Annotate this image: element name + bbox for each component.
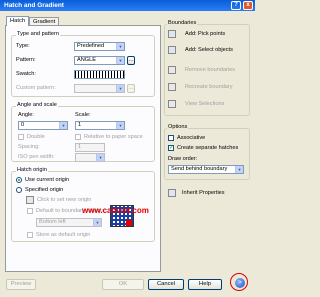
view-selections[interactable]: View Selections (185, 101, 224, 107)
associative-checkbox[interactable] (168, 135, 174, 141)
click-new-origin-label: Click to set new origin (37, 197, 92, 203)
click-origin-icon[interactable] (26, 196, 34, 204)
pick-points-icon[interactable] (168, 30, 176, 38)
draw-order-label: Draw order: (168, 156, 198, 162)
remove-boundaries[interactable]: Remove boundaries (185, 67, 235, 73)
origin-position-select[interactable]: Bottom left ▼ (36, 218, 102, 227)
create-separate-label: Create separate hatches (177, 145, 239, 151)
recreate-boundary-icon[interactable] (168, 83, 176, 91)
specified-origin-label: Specified origin (25, 187, 64, 193)
spacing-value: 1 (78, 144, 82, 150)
chevron-down-icon: ▼ (116, 122, 124, 129)
iso-pen-select[interactable]: ▼ (75, 153, 105, 162)
hatch-origin-title: Hatch origin (16, 167, 48, 173)
tab-hatch[interactable]: Hatch (6, 16, 30, 26)
chevron-down-icon: ▼ (96, 154, 104, 161)
type-label: Type: (16, 43, 30, 49)
remove-boundaries-icon[interactable] (168, 66, 176, 74)
title-bar: Hatch and Gradient (0, 0, 255, 11)
ok-button[interactable]: OK (102, 279, 144, 290)
window-title: Hatch and Gradient (4, 2, 64, 9)
specified-origin-radio[interactable] (16, 187, 22, 193)
use-current-origin-label: Use current origin (25, 177, 70, 183)
options-title: Options (167, 124, 189, 130)
angle-scale-title: Angle and scale (16, 102, 58, 108)
store-default-checkbox[interactable] (27, 232, 33, 238)
associative-label: Associative (177, 135, 206, 141)
spacing-label: Spacing: (18, 144, 40, 150)
chevron-down-icon: ▼ (235, 166, 243, 173)
iso-pen-label: ISO pen width: (18, 154, 55, 160)
preview-button[interactable]: Preview (6, 279, 36, 290)
watermark-text: www.cadviet.com (82, 206, 149, 215)
store-default-label: Store as default origin (36, 232, 91, 238)
add-pick-points[interactable]: Add: Pick points (185, 31, 225, 37)
select-objects-icon[interactable] (168, 46, 176, 54)
more-options-button[interactable]: > (235, 278, 245, 288)
inherit-properties-icon[interactable] (168, 189, 176, 197)
relative-paper-checkbox[interactable] (75, 134, 81, 140)
relative-paper-label: Relative to paper space (84, 134, 143, 140)
recreate-boundary[interactable]: Recreate boundary (185, 84, 233, 90)
close-title-button[interactable]: x (243, 1, 253, 10)
scale-select[interactable]: 1 ▼ (75, 121, 125, 130)
draw-order-value: Send behind boundary (171, 166, 228, 172)
angle-label: Angle: (18, 112, 34, 118)
cancel-button[interactable]: Cancel (148, 279, 184, 290)
inherit-properties-button[interactable]: Inherit Properties (182, 190, 225, 196)
help-title-button[interactable]: ? (231, 1, 241, 10)
double-label: Double (27, 134, 45, 140)
custom-browse-button[interactable]: … (127, 84, 135, 93)
boundaries-title: Boundaries (167, 20, 198, 26)
pattern-browse-button[interactable]: … (127, 56, 135, 65)
custom-pattern-label: Custom pattern: (16, 85, 56, 91)
pattern-value: ANGLE (77, 57, 96, 63)
pattern-label: Pattern: (16, 57, 36, 63)
custom-pattern-select[interactable]: ▼ (74, 84, 125, 93)
origin-position-value: Bottom left (39, 219, 66, 225)
double-checkbox[interactable] (18, 134, 24, 140)
scale-label: Scale: (75, 112, 91, 118)
type-value: Predefined (77, 43, 105, 49)
chevron-down-icon: ▼ (116, 85, 124, 92)
chevron-down-icon: ▼ (116, 43, 124, 50)
view-selections-icon[interactable] (168, 100, 176, 108)
type-pattern-title: Type and pattern (16, 31, 60, 37)
use-current-origin-radio[interactable] (16, 177, 22, 183)
chevron-down-icon: ▼ (93, 219, 101, 226)
draw-order-select[interactable]: Send behind boundary ▼ (168, 165, 244, 174)
angle-select[interactable]: 0 ▼ (18, 121, 68, 130)
chevron-down-icon: ▼ (59, 122, 67, 129)
scale-value: 1 (78, 122, 82, 128)
spacing-input[interactable]: 1 (75, 143, 105, 152)
angle-value: 0 (21, 122, 25, 128)
help-button[interactable]: Help (188, 279, 222, 290)
create-separate-checkbox[interactable] (168, 144, 174, 151)
chevron-down-icon: ▼ (116, 57, 124, 64)
type-select[interactable]: Predefined ▼ (74, 42, 125, 51)
default-boundary-checkbox[interactable] (27, 208, 33, 214)
swatch-label: Swatch: (16, 71, 36, 77)
pattern-select[interactable]: ANGLE ▼ (74, 56, 125, 65)
origin-marker-icon (126, 220, 132, 226)
add-select-objects[interactable]: Add: Select objects (185, 47, 233, 53)
swatch-preview[interactable] (74, 70, 125, 79)
